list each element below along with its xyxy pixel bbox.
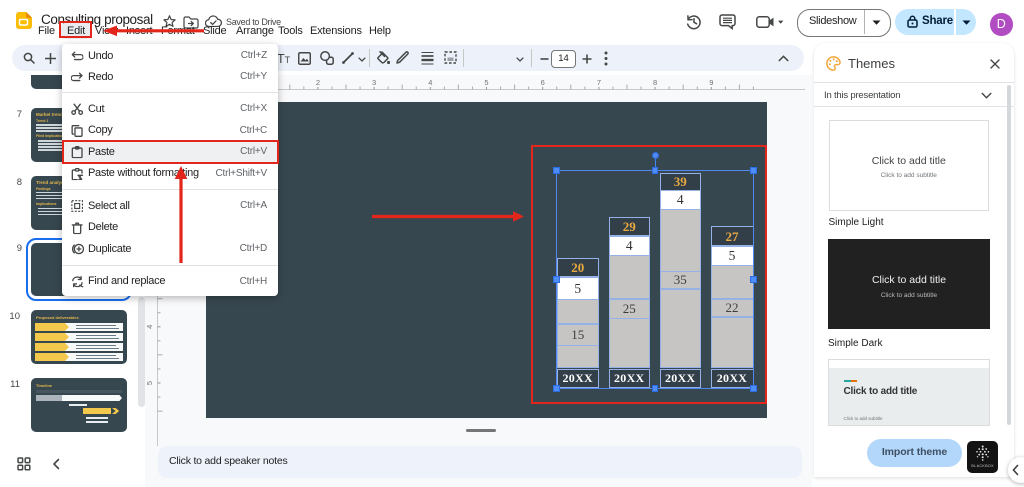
svg-text:8: 8 [653,78,657,87]
svg-text:6: 6 [541,78,545,87]
svg-text:7: 7 [597,78,601,87]
svg-text:5: 5 [146,381,154,385]
svg-text:4: 4 [428,78,432,87]
svg-text:BLACKBOX: BLACKBOX [971,464,994,468]
svg-text:2: 2 [316,78,320,87]
svg-text:3: 3 [372,78,376,87]
svg-text:5: 5 [484,78,488,87]
svg-text:9: 9 [709,78,713,87]
svg-text:4: 4 [146,325,154,329]
